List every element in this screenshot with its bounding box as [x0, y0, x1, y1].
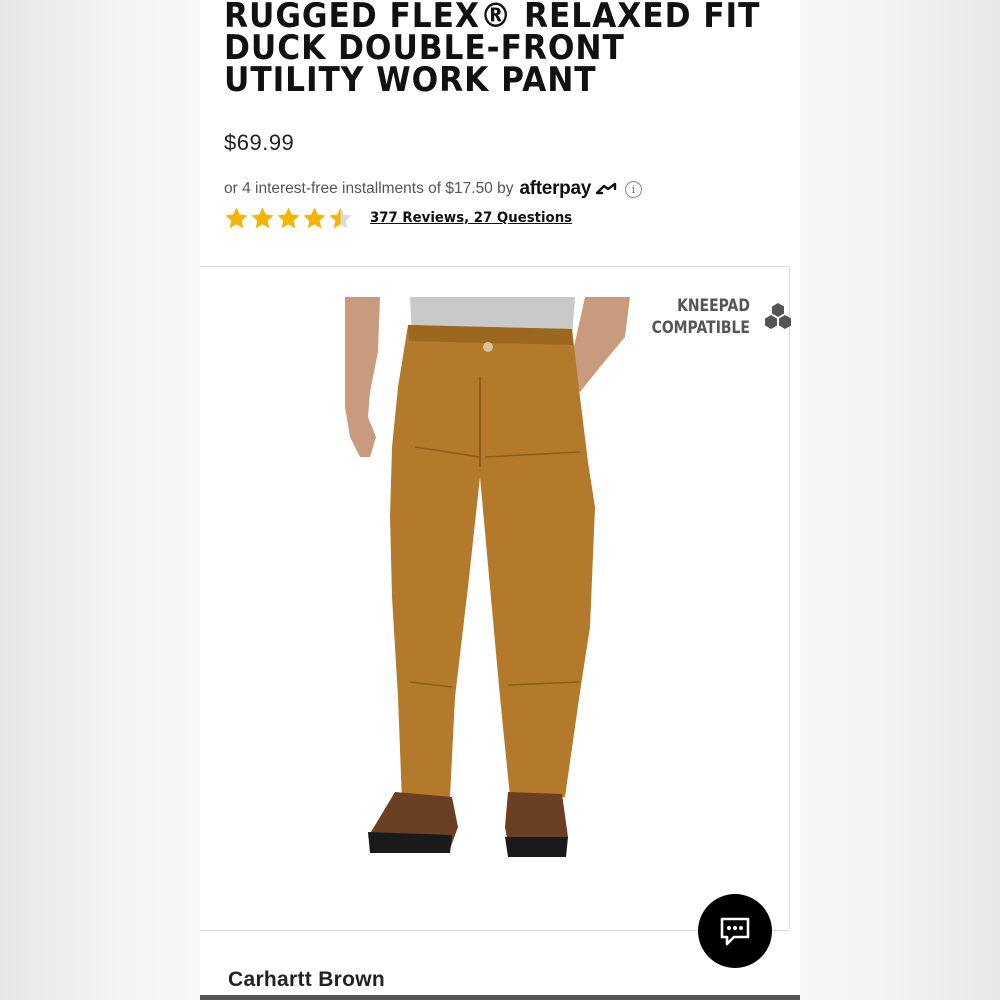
- chat-button[interactable]: [698, 894, 772, 968]
- product-page: RUGGED FLEX® RELAXED FIT DUCK DOUBLE-FRO…: [200, 0, 800, 1000]
- afterpay-arrows-icon: [595, 182, 617, 195]
- rating-row: 377 Reviews, 27 Questions: [224, 204, 583, 232]
- chat-bubble-icon: [720, 917, 750, 946]
- afterpay-installments: or 4 interest-free installments of $17.5…: [224, 178, 643, 200]
- star-icon: [329, 207, 352, 228]
- kneepad-badge-line-2: COMPATIBLE: [651, 318, 750, 338]
- star-icon: [277, 207, 300, 228]
- kneepad-badge: KNEEPAD COMPATIBLE: [630, 295, 794, 339]
- product-title: RUGGED FLEX® RELAXED FIT DUCK DOUBLE-FRO…: [224, 0, 759, 100]
- product-title-line-3: UTILITY WORK PANT: [224, 60, 597, 100]
- reviews-questions-link[interactable]: 377 Reviews, 27 Questions: [370, 210, 572, 226]
- product-image: [345, 297, 630, 857]
- star-icon: [303, 207, 326, 228]
- star-icon: [225, 207, 248, 228]
- hexagon-cluster-icon: [764, 303, 791, 329]
- afterpay-logo-text: afterpay: [519, 178, 592, 199]
- product-image-panel[interactable]: KNEEPAD COMPATIBLE: [200, 266, 791, 929]
- star-icon: [251, 207, 274, 228]
- star-rating: [224, 206, 353, 231]
- afterpay-text: or 4 interest-free installments of $17.5…: [224, 180, 514, 197]
- info-icon[interactable]: i: [625, 180, 643, 198]
- bottom-scroll-bar: [200, 995, 800, 1000]
- afterpay-logo[interactable]: afterpay: [519, 178, 619, 200]
- kneepad-badge-text: KNEEPAD COMPATIBLE: [652, 295, 750, 339]
- selected-color-name: Carhartt Brown: [228, 968, 386, 991]
- background-left: [0, 0, 200, 1000]
- kneepad-badge-line-1: KNEEPAD: [677, 296, 750, 316]
- product-price: $69.99: [224, 130, 295, 155]
- background-right: [800, 0, 1000, 1000]
